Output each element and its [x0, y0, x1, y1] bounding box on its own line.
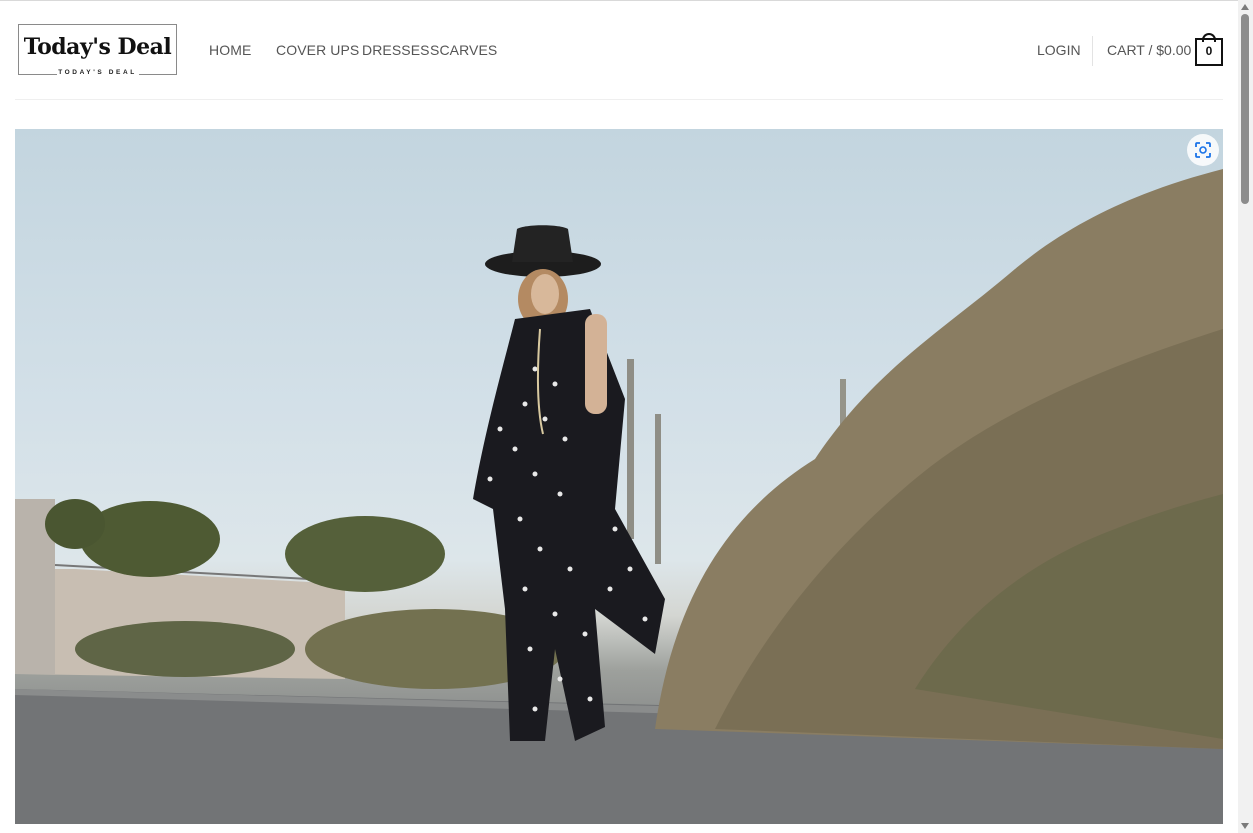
- header-divider: [1092, 36, 1093, 66]
- logo-title: Today's Deal: [23, 34, 172, 60]
- page-scrollbar[interactable]: [1238, 0, 1253, 833]
- scroll-up-icon[interactable]: [1241, 4, 1249, 10]
- zoom-button[interactable]: [1187, 134, 1219, 166]
- nav-item-cover-ups[interactable]: COVER UPS: [276, 42, 359, 58]
- site-logo[interactable]: Today's Deal TODAY'S DEAL: [18, 24, 177, 77]
- nav-item-scarves[interactable]: SCARVES: [430, 42, 497, 58]
- login-link[interactable]: LOGIN: [1037, 42, 1081, 58]
- utility-pole-1: [627, 359, 634, 539]
- cart-link[interactable]: CART / $0.00: [1107, 42, 1191, 58]
- hat-crown: [512, 225, 573, 262]
- scroll-down-icon[interactable]: [1241, 823, 1249, 829]
- tree-center: [285, 516, 445, 592]
- right-arm: [585, 314, 607, 414]
- site-header: Today's Deal TODAY'S DEAL HOME COVER UPS…: [0, 1, 1238, 100]
- logo-subtitle: TODAY'S DEAL: [58, 69, 137, 76]
- scroll-thumb[interactable]: [1241, 14, 1249, 204]
- zoom-icon: [1195, 142, 1211, 158]
- hero-image: [15, 129, 1223, 824]
- hero-scene: [15, 169, 1223, 824]
- cart-bag-icon[interactable]: 0: [1195, 33, 1223, 66]
- header-separator: [15, 99, 1223, 100]
- utility-pole-2: [655, 414, 661, 564]
- nav-item-dresses[interactable]: DRESSES: [362, 42, 430, 58]
- face: [531, 274, 559, 314]
- nav-item-home[interactable]: HOME: [209, 42, 251, 58]
- shrub-left: [75, 621, 295, 677]
- cart-count-badge: 0: [1205, 44, 1213, 58]
- tree-far: [45, 499, 105, 549]
